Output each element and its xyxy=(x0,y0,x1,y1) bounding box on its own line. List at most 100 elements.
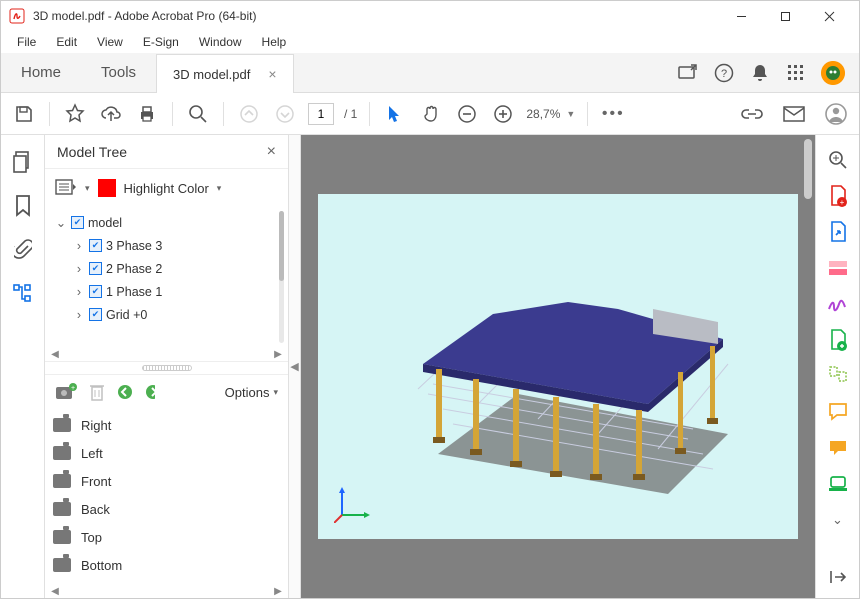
next-view-icon[interactable] xyxy=(145,384,155,400)
tree-node-label[interactable]: 3 Phase 3 xyxy=(106,239,162,253)
view-item[interactable]: Back xyxy=(53,495,288,523)
menu-bar: File Edit View E-Sign Window Help xyxy=(1,31,859,53)
star-icon[interactable] xyxy=(62,101,88,127)
expand-rail-icon[interactable] xyxy=(827,566,849,588)
camera-icon xyxy=(53,502,71,516)
view-item[interactable]: Front xyxy=(53,467,288,495)
trash-icon[interactable] xyxy=(89,382,105,402)
panel-close-icon[interactable]: × xyxy=(267,143,276,161)
profile-icon[interactable] xyxy=(823,101,849,127)
user-avatar[interactable] xyxy=(821,61,845,85)
page-down-icon[interactable] xyxy=(272,101,298,127)
page-up-icon[interactable] xyxy=(236,101,262,127)
menu-edit[interactable]: Edit xyxy=(48,33,85,51)
help-icon[interactable]: ? xyxy=(713,62,735,84)
stamp-icon[interactable] xyxy=(827,473,849,495)
view-item[interactable]: Top xyxy=(53,523,288,551)
horizontal-scrollbar[interactable]: ◀▶ xyxy=(45,347,288,361)
chevron-down-icon[interactable]: ▾ xyxy=(217,183,222,194)
pages-thumbnails-icon[interactable] xyxy=(13,151,33,173)
tree-node-label[interactable]: model xyxy=(88,216,122,230)
menu-esign[interactable]: E-Sign xyxy=(135,33,187,51)
tree-node-label[interactable]: 2 Phase 2 xyxy=(106,262,162,276)
model-tree[interactable]: ⌄ model › 3 Phase 3 › 2 Phase 2 › 1 Phas… xyxy=(45,207,288,347)
cloud-upload-icon[interactable] xyxy=(98,101,124,127)
expand-icon[interactable]: › xyxy=(73,285,85,299)
bell-icon[interactable] xyxy=(749,62,771,84)
magnifier-icon[interactable] xyxy=(185,101,211,127)
attachment-icon[interactable] xyxy=(14,239,32,261)
chevron-down-icon: ▼ xyxy=(566,109,575,119)
bookmark-icon[interactable] xyxy=(15,195,31,217)
link-icon[interactable] xyxy=(739,101,765,127)
prev-view-icon[interactable] xyxy=(117,384,133,400)
hand-tool-icon[interactable] xyxy=(418,101,444,127)
more-icon[interactable]: ••• xyxy=(600,101,626,127)
expand-icon[interactable]: › xyxy=(73,239,85,253)
zoom-out-icon[interactable] xyxy=(454,101,480,127)
menu-help[interactable]: Help xyxy=(254,33,295,51)
views-options-dropdown[interactable]: Options ▾ xyxy=(225,385,278,400)
tree-display-mode-icon[interactable] xyxy=(55,179,77,197)
panel-splitter[interactable] xyxy=(45,361,288,375)
checkbox[interactable] xyxy=(89,239,102,252)
zoom-dropdown[interactable]: 28,7% ▼ xyxy=(526,107,575,121)
panel-collapse-handle[interactable]: ◀ xyxy=(289,135,301,598)
menu-view[interactable]: View xyxy=(89,33,131,51)
view-item[interactable]: Right xyxy=(53,411,288,439)
organize-icon[interactable] xyxy=(827,365,849,387)
expand-icon[interactable]: › xyxy=(73,262,85,276)
camera-icon xyxy=(53,474,71,488)
horizontal-scrollbar[interactable]: ◀▶ xyxy=(45,584,288,598)
checkbox[interactable] xyxy=(71,216,84,229)
tree-node-label[interactable]: 1 Phase 1 xyxy=(106,285,162,299)
chevron-down-icon[interactable]: ⌄ xyxy=(827,509,849,531)
collapse-icon[interactable]: ⌄ xyxy=(55,215,67,230)
3d-canvas[interactable] xyxy=(318,194,798,539)
mail-icon[interactable] xyxy=(781,101,807,127)
tab-document[interactable]: 3D model.pdf × xyxy=(156,54,294,93)
tab-close-icon[interactable]: × xyxy=(268,67,276,81)
vertical-scrollbar[interactable] xyxy=(279,211,284,343)
expand-icon[interactable]: › xyxy=(73,308,85,322)
right-tools-rail: + ⌄ xyxy=(815,135,859,598)
share-screen-icon[interactable] xyxy=(677,62,699,84)
viewport-scrollbar[interactable] xyxy=(801,135,815,598)
page-current-input[interactable] xyxy=(308,103,334,125)
minimize-button[interactable] xyxy=(719,1,763,31)
svg-text:?: ? xyxy=(721,68,727,80)
tab-tools[interactable]: Tools xyxy=(81,53,156,92)
tab-home[interactable]: Home xyxy=(1,53,81,92)
apps-grid-icon[interactable] xyxy=(785,62,807,84)
view-item[interactable]: Left xyxy=(53,439,288,467)
pointer-tool-icon[interactable] xyxy=(382,101,408,127)
camera-add-icon[interactable]: + xyxy=(55,383,77,401)
menu-window[interactable]: Window xyxy=(191,33,250,51)
comment-note-icon[interactable] xyxy=(827,401,849,423)
comment-bubble-icon[interactable] xyxy=(827,437,849,459)
export-pdf-icon[interactable] xyxy=(827,221,849,243)
tree-node-label[interactable]: Grid +0 xyxy=(106,308,147,322)
views-list[interactable]: Right Left Front Back Top Bottom xyxy=(45,409,288,584)
chevron-down-icon: ▾ xyxy=(273,387,278,398)
view-item[interactable]: Bottom xyxy=(53,551,288,579)
checkbox[interactable] xyxy=(89,285,102,298)
highlight-color-swatch[interactable] xyxy=(98,179,116,197)
edit-pdf-icon[interactable] xyxy=(827,257,849,279)
checkbox[interactable] xyxy=(89,308,102,321)
checkbox[interactable] xyxy=(89,262,102,275)
close-button[interactable] xyxy=(807,1,851,31)
maximize-button[interactable] xyxy=(763,1,807,31)
zoom-in-icon[interactable] xyxy=(490,101,516,127)
svg-text:+: + xyxy=(839,198,844,207)
create-pdf-icon[interactable]: + xyxy=(827,185,849,207)
model-tree-icon[interactable] xyxy=(13,283,33,303)
menu-file[interactable]: File xyxy=(9,33,44,51)
document-viewport[interactable] xyxy=(301,135,815,598)
acrobat-app-icon xyxy=(9,8,25,24)
search-icon[interactable] xyxy=(827,149,849,171)
save-icon[interactable] xyxy=(11,101,37,127)
sign-icon[interactable] xyxy=(827,293,849,315)
combine-files-icon[interactable] xyxy=(827,329,849,351)
print-icon[interactable] xyxy=(134,101,160,127)
